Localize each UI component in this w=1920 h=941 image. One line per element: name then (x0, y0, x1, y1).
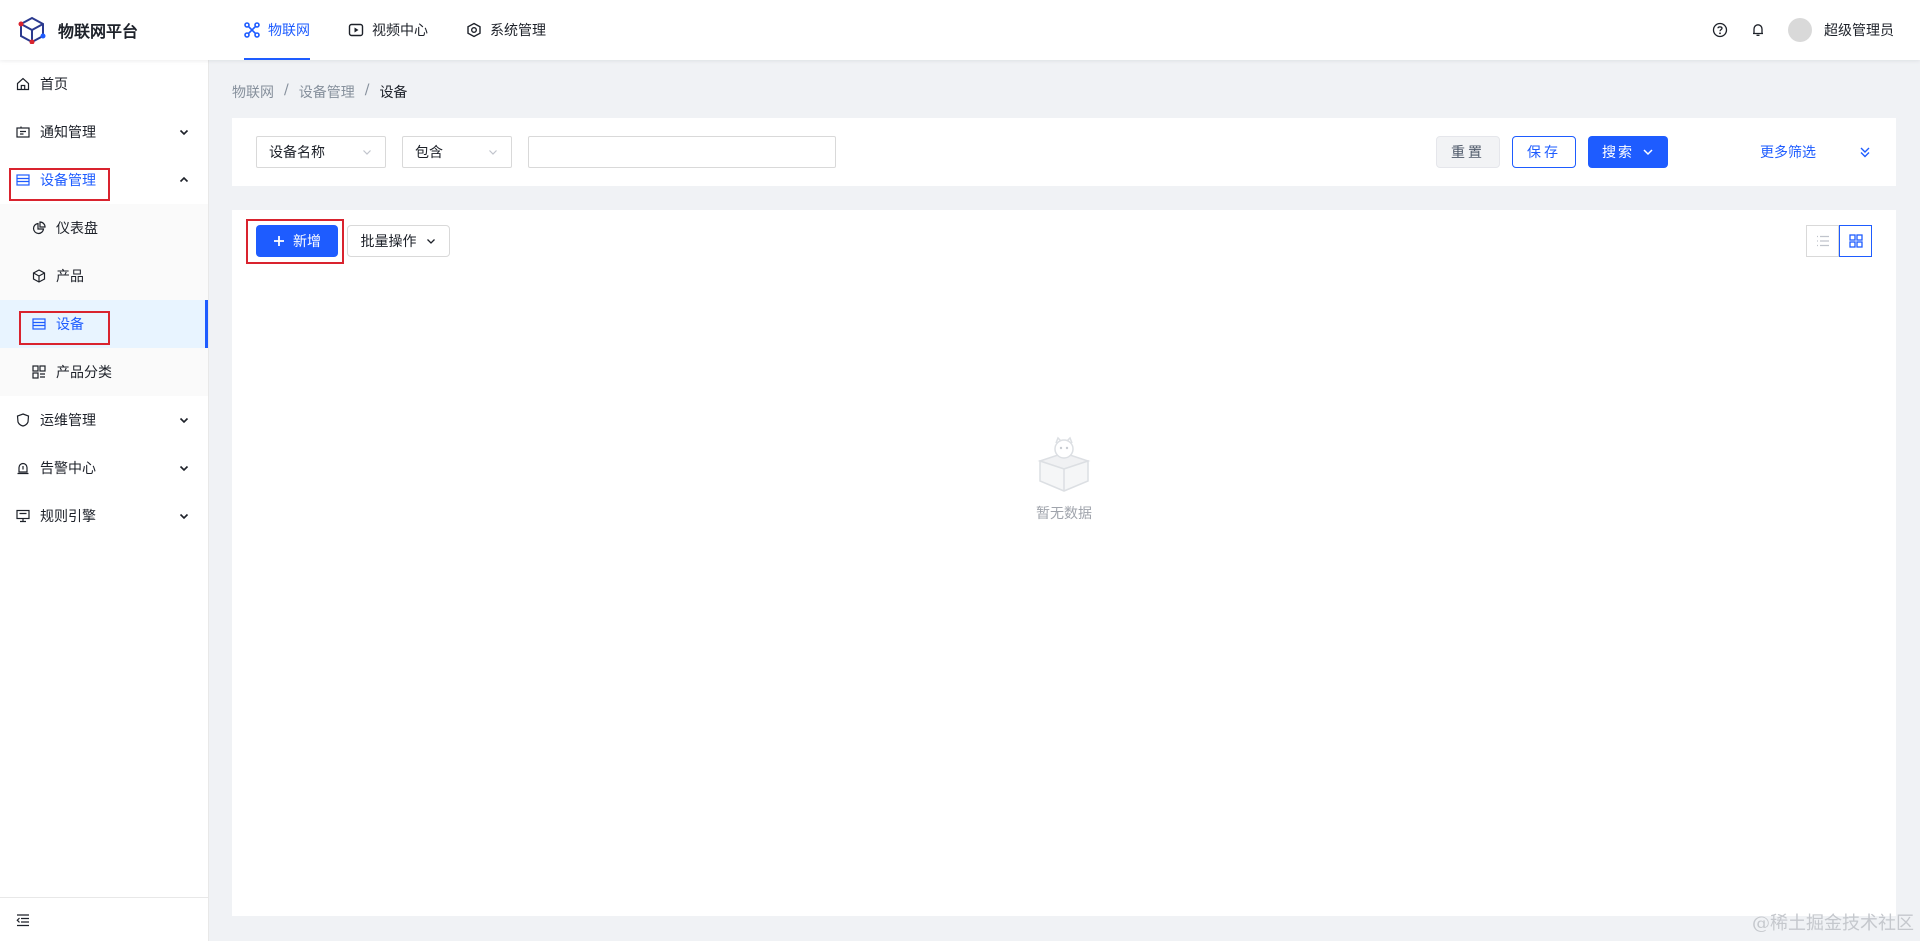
video-icon (348, 23, 364, 37)
shield-icon (16, 413, 30, 427)
sidebar-item-label: 设备管理 (40, 173, 96, 189)
empty-text: 暂无数据 (1036, 506, 1092, 522)
filter-value-input[interactable] (528, 136, 836, 168)
filter-bar: 设备名称 包含 重置 保存 搜索 更多筛选 (232, 118, 1896, 186)
header-actions: 超级管理员 (1712, 18, 1920, 42)
top-nav: 物联网 视频中心 系统管理 (232, 0, 572, 60)
submenu-device-mgmt: 仪表盘 产品 设备 产品分类 (0, 204, 208, 396)
empty-box-icon (1037, 436, 1091, 492)
sidebar-item-notify[interactable]: 通知管理 (0, 108, 208, 156)
topnav-video-label: 视频中心 (372, 23, 428, 39)
sidebar-collapse-button[interactable] (0, 897, 208, 941)
operator-select[interactable]: 包含 (402, 136, 512, 168)
sidebar-item-label: 仪表盘 (56, 221, 98, 237)
view-toggle (1806, 225, 1872, 257)
avatar (1788, 18, 1812, 42)
reset-button[interactable]: 重置 (1436, 136, 1500, 168)
grid-icon (1848, 234, 1863, 248)
breadcrumb-separator: / (284, 82, 289, 98)
search-button-label: 搜索 (1602, 145, 1634, 161)
filter-actions: 重置 保存 搜索 更多筛选 (1436, 136, 1872, 168)
chevron-down-icon (179, 129, 189, 136)
save-button[interactable]: 保存 (1512, 136, 1576, 168)
chevron-down-icon (489, 150, 497, 155)
server-icon (32, 318, 46, 330)
chevron-down-icon (1643, 149, 1653, 156)
chevron-down-icon (179, 465, 189, 472)
user-name: 超级管理员 (1824, 23, 1894, 39)
chevron-up-icon (179, 176, 189, 183)
server-icon (16, 174, 30, 186)
topnav-system-label: 系统管理 (490, 23, 546, 39)
sidebar-item-dashboard[interactable]: 仪表盘 (0, 204, 208, 252)
system-icon (467, 22, 481, 38)
topnav-iot-label: 物联网 (268, 23, 310, 39)
empty-state: 暂无数据 (232, 435, 1896, 523)
logo-cube-icon (18, 16, 46, 44)
sidebar-item-label: 告警中心 (40, 461, 96, 477)
sidebar: 首页 通知管理 设备管理 仪表盘 产品 设备 产品分类 运维管理 告警中心 规则… (0, 60, 209, 941)
plus-icon (274, 236, 284, 246)
sidebar-item-device[interactable]: 设备 (0, 300, 208, 348)
top-header: 物联网平台 物联网 视频中心 系统管理 超级管理员 (0, 0, 1920, 60)
help-icon[interactable] (1712, 22, 1728, 38)
topnav-video[interactable]: 视频中心 (336, 0, 440, 60)
sidebar-item-rules[interactable]: 规则引擎 (0, 492, 208, 540)
sidebar-item-label: 通知管理 (40, 125, 96, 141)
watermark: @稀土掘金技术社区 (1752, 913, 1914, 934)
operator-select-value: 包含 (415, 145, 443, 161)
search-button[interactable]: 搜索 (1588, 136, 1668, 168)
topnav-iot[interactable]: 物联网 (232, 0, 322, 60)
notify-icon (16, 126, 30, 138)
cube-icon (32, 269, 46, 283)
iot-icon (244, 22, 260, 38)
breadcrumb-item[interactable]: 物联网 (232, 82, 274, 102)
breadcrumb-current: 设备 (379, 85, 408, 101)
more-filters-link[interactable]: 更多筛选 (1760, 142, 1816, 162)
sidebar-item-product-category[interactable]: 产品分类 (0, 348, 208, 396)
add-button-label: 新增 (293, 234, 321, 250)
breadcrumb: 物联网 / 设备管理 / 设备 (232, 82, 407, 102)
sidebar-item-label: 设备 (56, 317, 84, 333)
field-select[interactable]: 设备名称 (256, 136, 386, 168)
sidebar-item-label: 运维管理 (40, 413, 96, 429)
pie-chart-icon (32, 221, 46, 235)
logo[interactable]: 物联网平台 (0, 16, 232, 44)
breadcrumb-separator: / (364, 82, 370, 98)
double-chevron-down-icon[interactable] (1858, 145, 1872, 159)
home-icon (16, 77, 30, 91)
content-card: 新增 批量操作 暂无数据 (232, 210, 1896, 916)
breadcrumb-item[interactable]: 设备管理 (299, 82, 355, 102)
sidebar-item-label: 首页 (40, 77, 68, 93)
chevron-down-icon (363, 150, 371, 155)
user-menu[interactable]: 超级管理员 (1788, 18, 1894, 42)
add-button[interactable]: 新增 (256, 225, 338, 257)
sidebar-item-label: 规则引擎 (40, 509, 96, 525)
batch-actions-dropdown[interactable]: 批量操作 (347, 225, 450, 257)
sidebar-item-label: 产品 (56, 269, 84, 285)
batch-actions-label: 批量操作 (360, 234, 417, 250)
list-view-button[interactable] (1806, 225, 1839, 257)
alarm-icon (17, 462, 29, 475)
list-icon (1816, 235, 1829, 247)
chevron-down-icon (179, 513, 189, 520)
grid-view-button[interactable] (1839, 225, 1872, 257)
sidebar-item-label: 产品分类 (56, 365, 112, 381)
menu-fold-icon (16, 913, 29, 926)
chevron-down-icon (179, 417, 189, 424)
sidebar-item-ops[interactable]: 运维管理 (0, 396, 208, 444)
rules-icon (16, 509, 30, 523)
chevron-down-icon (426, 239, 435, 244)
sidebar-item-device-mgmt[interactable]: 设备管理 (0, 156, 208, 204)
bell-icon[interactable] (1750, 22, 1766, 38)
sidebar-item-home[interactable]: 首页 (0, 60, 208, 108)
field-select-value: 设备名称 (269, 145, 325, 161)
app-title: 物联网平台 (58, 22, 139, 41)
sidebar-item-alarm[interactable]: 告警中心 (0, 444, 208, 492)
category-icon (32, 365, 46, 379)
topnav-system[interactable]: 系统管理 (454, 0, 558, 60)
sidebar-item-product[interactable]: 产品 (0, 252, 208, 300)
